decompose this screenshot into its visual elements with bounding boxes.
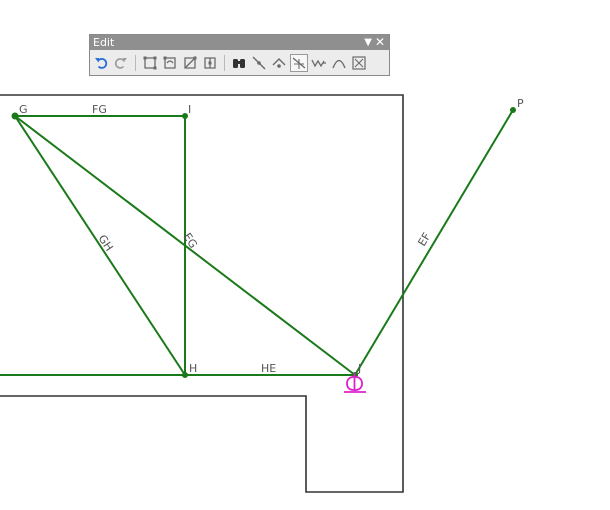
edge-EF[interactable] [354,109,514,376]
generalize-icon[interactable] [310,54,328,72]
reshape-feature-icon[interactable] [161,54,179,72]
toolbar-separator [224,55,225,71]
node-label-G: G [19,103,28,116]
binoculars-icon[interactable] [230,54,248,72]
smooth-icon[interactable] [330,54,348,72]
node-label-J: J [357,362,361,375]
edit-toolbar-titlebar[interactable]: Edit ▼ ✕ [90,35,389,50]
edit-toolbar-tools [92,53,370,73]
toolbar-options-icon[interactable]: ▼ [364,35,372,50]
node-label-H: H [189,362,197,375]
edit-toolbar-title: Edit [93,36,115,49]
edge-label-FG: FG [92,103,107,116]
undo-icon[interactable] [92,54,110,72]
vertex-H[interactable] [182,372,188,378]
rotate-icon[interactable] [270,54,288,72]
vertex-P[interactable] [510,107,516,113]
node-label-I: I [188,103,191,116]
edge-label-EF: EF [415,230,433,248]
edge-label-HE: HE [261,362,276,375]
split-tool-icon[interactable] [201,54,219,72]
redo-icon[interactable] [112,54,130,72]
edit-vertices-icon[interactable] [141,54,159,72]
parcel-boundary[interactable] [0,94,404,493]
close-icon[interactable]: ✕ [375,35,385,50]
vertex-G[interactable] [11,112,19,120]
node-label-P: P [517,97,524,110]
select-vertex-icon[interactable] [290,54,308,72]
toolbar-separator [135,55,136,71]
map-canvas[interactable]: G I H J P FG GH EG HE EF [0,0,610,510]
measure-line-icon[interactable] [250,54,268,72]
edge-label-EG: EG [180,231,199,251]
edge-label-GH: GH [96,232,116,253]
edit-toolbar[interactable]: Edit ▼ ✕ [89,34,390,76]
cut-polygons-icon[interactable] [181,54,199,72]
topology-icon[interactable] [350,54,368,72]
